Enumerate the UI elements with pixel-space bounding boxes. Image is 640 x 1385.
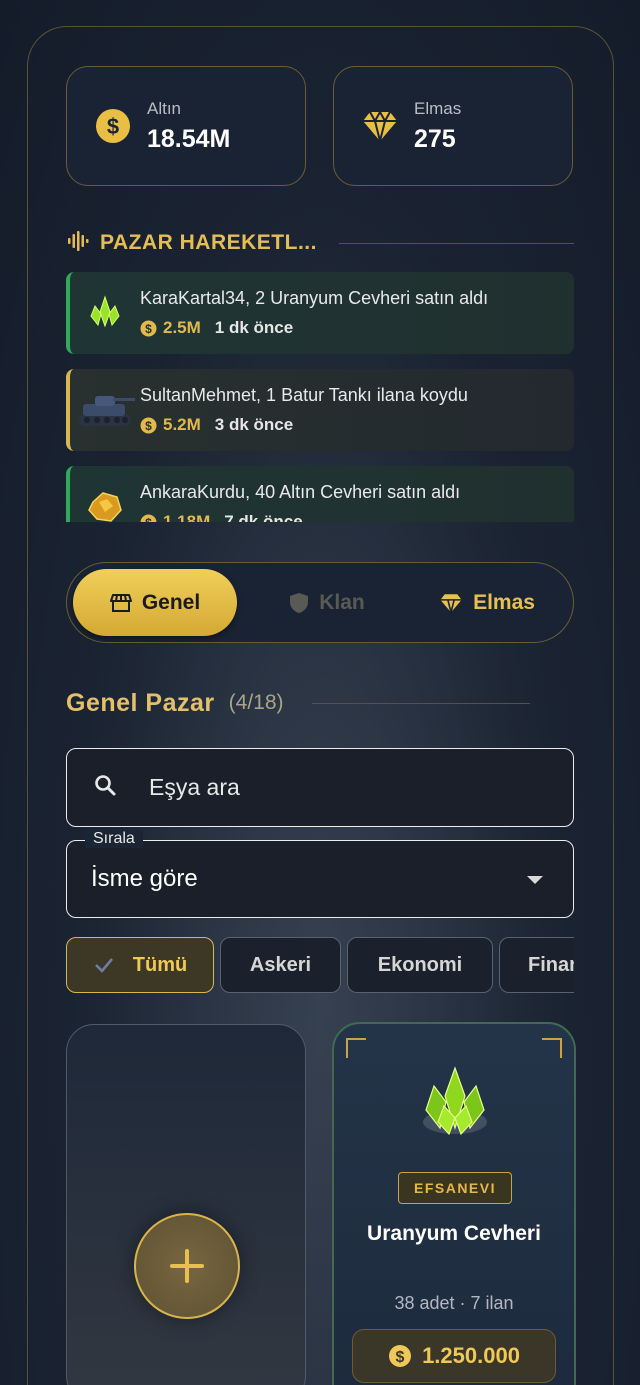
- rarity-badge: EFSANEVI: [398, 1172, 512, 1204]
- section-title: Genel Pazar: [66, 688, 215, 717]
- coin-icon: $: [389, 1345, 412, 1367]
- gold-balance-card: $ Altın 18.54M: [66, 66, 306, 186]
- coin-icon: $: [95, 108, 131, 144]
- feed-item-time: 3 dk önce: [214, 415, 294, 434]
- corner-decoration: [542, 1038, 562, 1058]
- feed-item[interactable]: SultanMehmet, 1 Batur Tankı ilana koydu …: [66, 369, 574, 451]
- category-filters: Tümü Askeri Ekonomi Finans: [66, 937, 574, 993]
- add-listing-button[interactable]: [134, 1213, 240, 1319]
- gold-ore-icon: [70, 477, 140, 522]
- feed-item-price: 2.5M: [163, 318, 201, 337]
- feed-item[interactable]: AnkaraKurdu, 40 Altın Cevheri satın aldı…: [66, 466, 574, 522]
- tab-klan[interactable]: Klan: [267, 569, 387, 636]
- tab-genel-label: Genel: [141, 590, 201, 614]
- svg-text:$: $: [145, 322, 152, 336]
- feed-item-text: KaraKartal34, 2 Uranyum Cevheri satın al…: [140, 288, 489, 308]
- sort-value: İsme göre: [91, 865, 198, 892]
- search-box[interactable]: [66, 748, 574, 827]
- item-price-button[interactable]: $ 1.250.000: [352, 1329, 556, 1383]
- sort-label: Sırala: [85, 830, 143, 848]
- feed-item[interactable]: KaraKartal34, 2 Uranyum Cevheri satın al…: [66, 272, 574, 354]
- market-tabs: Genel Klan Elmas: [66, 562, 574, 643]
- svg-text:$: $: [145, 516, 152, 523]
- market-activity-feed[interactable]: KaraKartal34, 2 Uranyum Cevheri satın al…: [66, 272, 574, 522]
- coin-icon: $: [140, 320, 157, 336]
- store-icon: [109, 593, 132, 612]
- filter-chip-label: Tümü: [132, 953, 188, 976]
- check-icon: [94, 958, 113, 973]
- svg-text:$: $: [396, 1349, 405, 1366]
- item-meta: 38 adet · 7 ilan: [394, 1293, 514, 1313]
- svg-text:$: $: [145, 419, 152, 433]
- feed-item-text: SultanMehmet, 1 Batur Tankı ilana koydu: [140, 385, 468, 405]
- svg-text:$: $: [107, 114, 119, 139]
- diamond-balance-card: Elmas 275: [333, 66, 573, 186]
- divider: [311, 702, 530, 704]
- shield-icon: [290, 592, 309, 613]
- search-input[interactable]: [149, 774, 509, 801]
- filter-chip-finans[interactable]: Finans: [499, 937, 574, 993]
- gold-label: Altın: [147, 98, 182, 118]
- filter-chip-askeri[interactable]: Askeri: [220, 937, 341, 993]
- feed-item-price: 5.2M: [163, 415, 201, 434]
- plus-icon: [170, 1249, 204, 1283]
- filter-chip-label: Askeri: [249, 953, 312, 976]
- sort-select[interactable]: Sırala İsme göre: [66, 830, 574, 918]
- coin-icon: $: [140, 417, 157, 433]
- chevron-down-icon: [527, 876, 543, 884]
- item-price: 1.250.000: [422, 1343, 520, 1368]
- tab-elmas-label: Elmas: [473, 590, 535, 614]
- feed-item-time: 7 dk önce: [224, 512, 303, 522]
- market-activity-title: PAZAR HAREKETL...: [100, 231, 317, 254]
- divider: [338, 242, 574, 244]
- diamond-icon: [440, 593, 462, 613]
- coin-icon: $: [140, 514, 157, 523]
- tab-genel[interactable]: Genel: [73, 569, 237, 636]
- corner-decoration: [346, 1038, 366, 1058]
- tab-klan-label: Klan: [319, 590, 365, 614]
- diamond-icon: [362, 108, 398, 144]
- activity-wave-icon: [66, 229, 90, 258]
- feed-item-price: 1.18M: [163, 512, 211, 522]
- search-icon: [93, 773, 117, 802]
- diamond-label: Elmas: [414, 98, 462, 118]
- market-activity-header: PAZAR HAREKETL...: [66, 226, 574, 260]
- filter-chip-label: Finans: [528, 953, 574, 976]
- gold-value: 18.54M: [147, 124, 231, 153]
- feed-item-text: AnkaraKurdu, 40 Altın Cevheri satın aldı: [140, 482, 461, 502]
- item-name: Uranyum Cevheri: [367, 1222, 541, 1245]
- add-listing-card[interactable]: [66, 1024, 306, 1385]
- uranium-crystal-icon: [416, 1066, 494, 1145]
- tank-icon: [70, 380, 140, 440]
- item-card[interactable]: EFSANEVI Uranyum Cevheri 38 adet · 7 ila…: [332, 1022, 576, 1385]
- filter-chip-ekonomi[interactable]: Ekonomi: [347, 937, 493, 993]
- filter-chip-tumu[interactable]: Tümü: [66, 937, 214, 993]
- feed-item-time: 1 dk önce: [214, 318, 294, 337]
- section-header: Genel Pazar (4/18): [66, 686, 530, 720]
- diamond-value: 275: [414, 124, 456, 153]
- uranium-crystal-icon: [70, 283, 140, 343]
- section-count: (4/18): [228, 691, 284, 714]
- tab-elmas[interactable]: Elmas: [427, 569, 547, 636]
- filter-chip-label: Ekonomi: [377, 953, 463, 976]
